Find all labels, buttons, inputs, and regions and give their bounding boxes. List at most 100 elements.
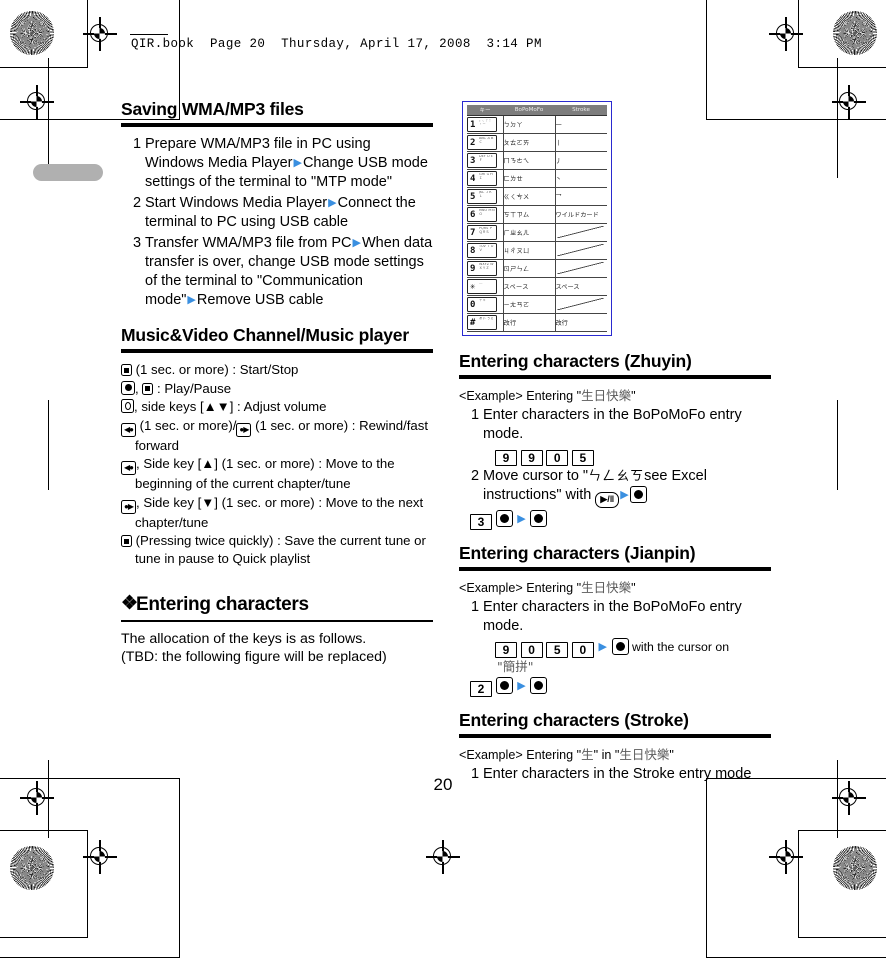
step-item: 1 Enter characters in the BoPoMoFo entry… — [459, 598, 771, 636]
keypad-key-digit: 4 — [470, 173, 476, 184]
step-number: 2 — [133, 195, 142, 211]
example-cjk-text: 生日快樂 — [581, 580, 632, 595]
select-key-icon[interactable] — [530, 510, 548, 527]
table-row: 9 WXYZ ＷＸＹＺ ㄖㄕㄣㄥ — [467, 259, 607, 278]
bopomofo-cell: ㄇㄋㄜㄟ — [503, 151, 556, 170]
zhuyin-key-sequence-2: 3 ▶ — [459, 510, 771, 530]
select-key-icon[interactable] — [530, 677, 548, 694]
keypad-key-digit: 9 — [470, 263, 476, 274]
select-key-icon[interactable] — [611, 638, 629, 655]
keypad-key-0[interactable]: 0 — [520, 642, 543, 658]
page-number: 20 — [433, 775, 453, 794]
heading-rule-jianpin — [459, 567, 771, 571]
keypad-key-cell: 7 PQRS ＰＱＲＳ — [467, 223, 504, 242]
step-body: Move cursor to "ㄣㄥㄠㄎsee Excel instructio… — [483, 467, 771, 508]
key-function-text: (1 sec. or more)/ — [136, 417, 237, 433]
keypad-key-digit: 8 — [470, 245, 476, 256]
keypad-key-0b[interactable]: 0 — [571, 642, 594, 658]
step-item: 2 Move cursor to "ㄣㄥㄠㄎsee Excel instruct… — [459, 467, 771, 508]
entering-characters-body: The allocation of the keys is as follows… — [121, 630, 433, 666]
table-row: 0 ＋＊ ㄧㄤㄢㄛ — [467, 295, 607, 314]
entering-body-line-2: (TBD: the following figure will be repla… — [121, 648, 387, 665]
keypad-key-icon: 8 TUV ＴＵＶ — [467, 243, 497, 258]
step-number: 1 — [471, 407, 480, 423]
jianpin-step1-note: with the cursor on — [628, 640, 730, 654]
column-header-stroke: Stroke — [555, 105, 607, 116]
bopomofo-characters: ㄣㄥㄠㄎ — [588, 469, 645, 484]
table-row: 1。、？！ ・－ ㄅㄉㄚ一 — [467, 115, 607, 134]
heading-rule-entering — [121, 620, 433, 622]
heading-rule-saving — [121, 123, 433, 127]
key-function-text: , — [135, 380, 143, 396]
keypad-key-icon: 9 WXYZ ＷＸＹＺ — [467, 261, 497, 276]
keypad-key-2[interactable]: 2 — [470, 681, 492, 697]
play-pause-key-icon[interactable]: ▶/‖ — [595, 492, 620, 508]
step-number: 2 — [471, 468, 480, 484]
table-row: 8 TUV ＴＵＶ ㄐㄔㄡㄩ — [467, 241, 607, 260]
keypad-key-cell: ✳ ＿ — [467, 277, 504, 296]
keypad-key-icon: ✳ ＿ — [467, 279, 497, 294]
key-function-row: ◀● (1 sec. or more)/●▶ (1 sec. or more) … — [121, 417, 433, 455]
stroke-cell: 丨 — [555, 133, 607, 152]
select-key-icon[interactable] — [629, 486, 647, 503]
stroke-cell — [555, 259, 607, 278]
keypad-key-9[interactable]: 9 — [495, 642, 517, 658]
step-item: 1 Enter characters in the BoPoMoFo entry… — [459, 406, 771, 444]
heading-music-video-channel: Music&Video Channel/Music player — [121, 325, 409, 345]
keypad-table-body: 1。、？！ ・－ ㄅㄉㄚ一 2 ABC ＡＢＣ ㄆㄊㄛㄞ丨 3 DEF ＤＥＦ ㄇㄋㄜㄟ丿 4 G… — [467, 115, 608, 332]
keypad-key-digit: 0 — [470, 299, 476, 310]
keypad-key-0[interactable]: 0 — [546, 450, 569, 466]
heading-saving-wma-mp3: Saving WMA/MP3 files — [121, 99, 304, 119]
keypad-key-sublabel: ぁぃ ぅぇ — [479, 317, 494, 320]
keypad-key-sublabel: WXYZ ＷＸＹＺ — [479, 263, 494, 270]
jianpin-key-sequence-2: 2 ▶ — [459, 677, 771, 697]
step-body: Transfer WMA/MP3 file from PC▶When data … — [145, 235, 433, 308]
select-key-icon[interactable] — [495, 510, 513, 527]
keypad-key-9[interactable]: 9 — [495, 450, 517, 466]
keypad-key-icon: 4 GHI ＧＨＩ — [467, 171, 497, 186]
example-label: <Example> — [459, 389, 523, 403]
keypad-allocation-figure: キー BoPoMoFo Stroke 1。、？！ ・－ ㄅㄉㄚ一 2 ABC ＡＢＣ ㄆ… — [462, 101, 612, 336]
step-body: Enter characters in the BoPoMoFo entry m… — [483, 407, 742, 442]
keypad-key-9b[interactable]: 9 — [520, 450, 543, 466]
example-text-pre: Entering " — [526, 581, 582, 595]
table-row: 7 PQRS ＰＱＲＳ ㄏㄓㄠㄦ — [467, 223, 608, 242]
bopomofo-cell: 改行 — [503, 313, 556, 332]
table-row: 5 JKL ＪＫＬ ㄍㄑㄘㄨ乛 — [467, 187, 607, 206]
table-header-row: キー BoPoMoFo Stroke — [467, 105, 607, 116]
example-text-post: " — [669, 748, 674, 762]
page-content: Saving WMA/MP3 files 1 Prepare WMA/MP3 f… — [0, 0, 886, 898]
keypad-key-5[interactable]: 5 — [571, 450, 594, 466]
table-row: 6 MNO ＭＮＯ ㄎㄒㄗㄙ ワイルドカード — [467, 205, 607, 224]
keypad-key-sublabel: GHI ＧＨＩ — [479, 173, 494, 180]
step2-text-pre: Move cursor to " — [483, 468, 589, 484]
key-function-text: , Side key [▼] (1 sec. or more) : Move t… — [135, 494, 424, 530]
right-column: キー BoPoMoFo Stroke 1。、？！ ・－ ㄅㄉㄚ一 2 ABC ＡＢＣ ㄆ… — [459, 98, 771, 786]
keypad-key-3[interactable]: 3 — [470, 514, 492, 530]
diagonal-strike-icon — [556, 225, 608, 240]
stroke-cell — [555, 223, 608, 242]
stroke-cell — [555, 241, 607, 260]
step-item: 3 Transfer WMA/MP3 file from PC▶When dat… — [121, 234, 433, 310]
keypad-key-cell: 9 WXYZ ＷＸＹＺ — [467, 259, 504, 278]
keypad-key-cell: 2 ABC ＡＢＣ — [467, 133, 504, 152]
stroke-cell — [555, 295, 607, 314]
key-function-row: (Pressing twice quickly) : Save the curr… — [121, 532, 433, 567]
keypad-key-sublabel: MNO ＭＮＯ — [479, 209, 495, 216]
keypad-key-cell: 1。、？！ ・－ — [467, 115, 504, 134]
select-key-icon[interactable] — [495, 677, 513, 694]
keypad-key-icon: 7 PQRS ＰＱＲＳ — [467, 225, 497, 240]
arrow-icon: ▶ — [352, 237, 361, 249]
step-body: Prepare WMA/MP3 file in PC using Windows… — [145, 136, 428, 190]
stroke-cell: 一 — [555, 115, 607, 134]
key-function-text: , Side key [▲] (1 sec. or more) : Move t… — [135, 456, 395, 491]
keypad-key-cell: # ぁぃ ぅぇ — [467, 313, 504, 332]
keypad-key-5[interactable]: 5 — [546, 642, 569, 658]
bopomofo-cell: ㄏㄓㄠㄦ — [503, 223, 556, 242]
key-function-text: (Pressing twice quickly) : Save the curr… — [132, 533, 426, 566]
keypad-key-digit: 5 — [470, 191, 476, 202]
heading-entering-zhuyin: Entering characters (Zhuyin) — [459, 351, 692, 371]
entering-body-line-1: The allocation of the keys is as follows… — [121, 630, 367, 647]
music-key-icon — [142, 382, 154, 395]
keypad-key-icon: 5 JKL ＪＫＬ — [467, 189, 497, 204]
